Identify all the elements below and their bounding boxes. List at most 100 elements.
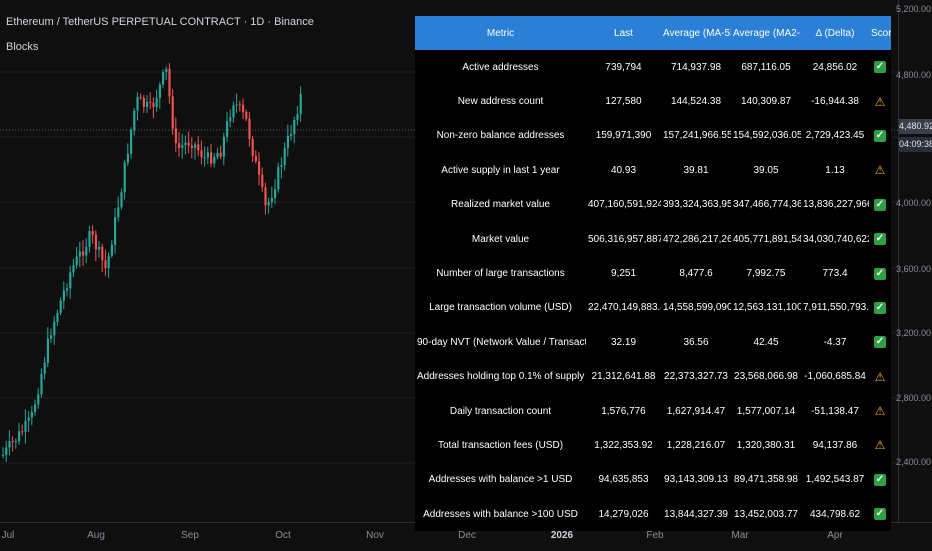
price-label: 4,000.00: [895, 198, 931, 208]
candle-body: [82, 251, 85, 256]
table-row: Number of large transactions 9,251 8,477.6…: [415, 256, 891, 290]
candle-body: [18, 431, 21, 442]
candle-body: [162, 72, 165, 85]
cell-last: 1,576,776: [601, 405, 646, 417]
candle-body: [190, 145, 193, 148]
candle-body: [280, 165, 283, 167]
table-row: New address count 127,580 144,524.38 140,30…: [415, 84, 891, 118]
cell-score: ✓: [869, 497, 891, 531]
candle-body: [139, 97, 142, 99]
candle-body: [94, 234, 97, 250]
warning-icon: ⚠: [874, 404, 886, 419]
candle-body: [62, 290, 65, 301]
candle-body: [293, 119, 296, 135]
candle-body: [245, 111, 248, 119]
candle-body: [37, 394, 40, 405]
candle-body: [248, 118, 251, 140]
cell-ma55: 157,241,966.55: [663, 130, 731, 142]
warning-icon: ⚠: [874, 438, 886, 453]
cell-ma55: 36.56: [683, 336, 709, 348]
onchain-metrics-table: Metric Last Average (MA-55) Average (MA2…: [415, 16, 891, 532]
cell-last: 32.19: [610, 336, 637, 348]
cell-ma55: 93,143,309.13: [664, 474, 728, 486]
candle-body: [187, 142, 190, 146]
candle-body: [261, 174, 264, 188]
table-row: Market value 506,316,957,887.36472,286,21…: [415, 222, 891, 256]
table-row: Addresses with balance >1 USD 94,635,853 9…: [415, 463, 891, 497]
cell-metric: Addresses with balance >1 USD: [428, 474, 573, 486]
price-label: 3,200.00: [895, 328, 931, 338]
cell-ma55: 13,844,327.39: [664, 508, 728, 520]
candle-body: [171, 96, 174, 129]
cell-ma111: 1,577,007.14: [736, 405, 796, 417]
candle-body: [14, 441, 17, 443]
table-row: Realized market value407,160,591,924.483…: [415, 188, 891, 222]
price-label: 2,400.00: [895, 457, 931, 467]
cell-last: 94,635,853: [598, 474, 649, 486]
candle-body: [152, 102, 155, 107]
cell-score: ✓: [869, 188, 891, 222]
time-label: Oct: [275, 530, 291, 541]
cell-metric: Realized market value: [451, 199, 550, 211]
cell-metric: 90-day NVT (Network Value / Transaction …: [417, 336, 586, 348]
cell-score: ⚠: [869, 84, 891, 118]
price-axis[interactable]: 5,200.00 4,800.00 4,480.92 04:09:38 4,00…: [895, 0, 932, 522]
check-icon: ✓: [874, 129, 886, 142]
table-row: Addresses holding top 0.1% of supply 21,3…: [415, 360, 891, 394]
cell-score: ⚠: [869, 394, 891, 428]
candle-body: [5, 447, 8, 455]
candle-body: [277, 166, 280, 190]
cell-ma111: 12,563,131,100.91: [733, 302, 801, 314]
cell-last: 407,160,591,924.48: [588, 199, 661, 211]
candle-body: [69, 272, 72, 289]
cell-last: 40.93: [610, 164, 637, 176]
check-icon: ✓: [874, 233, 886, 246]
cell-metric: Total transaction fees (USD): [437, 439, 564, 451]
candle-body: [251, 139, 254, 157]
candle-body: [181, 145, 184, 148]
candle-body: [200, 150, 203, 158]
chart-title[interactable]: Ethereum / TetherUS PERPETUAL CONTRACT ·…: [6, 16, 314, 28]
candle-body: [88, 231, 91, 247]
cell-ma111: 13,452,003.77: [734, 508, 798, 520]
candle-body: [270, 198, 273, 203]
candle-body: [184, 142, 187, 146]
candle-body: [130, 129, 133, 154]
table-row: 90-day NVT (Network Value / Transaction …: [415, 325, 891, 359]
check-icon: ✓: [874, 61, 886, 74]
cell-ma111: 687,116.05: [741, 61, 791, 73]
cell-ma111: 89,471,358.98: [734, 474, 798, 486]
candle-body: [75, 256, 78, 266]
candle-body: [34, 404, 37, 413]
check-icon: ✓: [874, 508, 886, 521]
candle-body: [146, 101, 149, 107]
candle-body: [133, 110, 136, 130]
candle-body: [101, 246, 104, 261]
candle-body: [238, 104, 241, 106]
table-row: Active supply in last 1 year 40.93 39.81 39…: [415, 153, 891, 187]
candle-body: [290, 134, 293, 136]
table-row: Large transaction volume (USD) 22,470,149…: [415, 291, 891, 325]
indicator-name[interactable]: Blocks: [6, 41, 38, 53]
current-price-tag: 4,480.92: [899, 119, 932, 134]
table-row: Daily transaction count 1,576,776 1,627,91…: [415, 394, 891, 428]
time-label: Feb: [646, 530, 664, 541]
cell-delta: -51,138.47: [811, 405, 859, 417]
candle-body: [30, 412, 33, 418]
price-label: 2,800.00: [895, 393, 931, 403]
cell-ma111: 39.05: [753, 164, 779, 176]
check-icon: ✓: [874, 267, 886, 280]
candle-body: [286, 135, 289, 149]
cell-metric: Market value: [471, 233, 530, 245]
candle-body: [242, 104, 245, 112]
cell-delta: 13,836,227,966.25: [803, 199, 869, 211]
candle-body: [226, 121, 229, 137]
countdown-tag: 04:09:38: [899, 137, 932, 152]
cell-ma111: 1,320,380.31: [736, 439, 796, 451]
cell-delta: 94,137.86: [812, 439, 858, 451]
cell-ma111: 405,771,891,549.84: [733, 233, 801, 245]
candle-body: [85, 246, 88, 256]
table-row: Active addresses 739,794 714,937.98 687,116…: [415, 50, 891, 84]
cell-delta: -1,060,685.84: [804, 371, 866, 383]
cell-score: ⚠: [869, 153, 891, 187]
